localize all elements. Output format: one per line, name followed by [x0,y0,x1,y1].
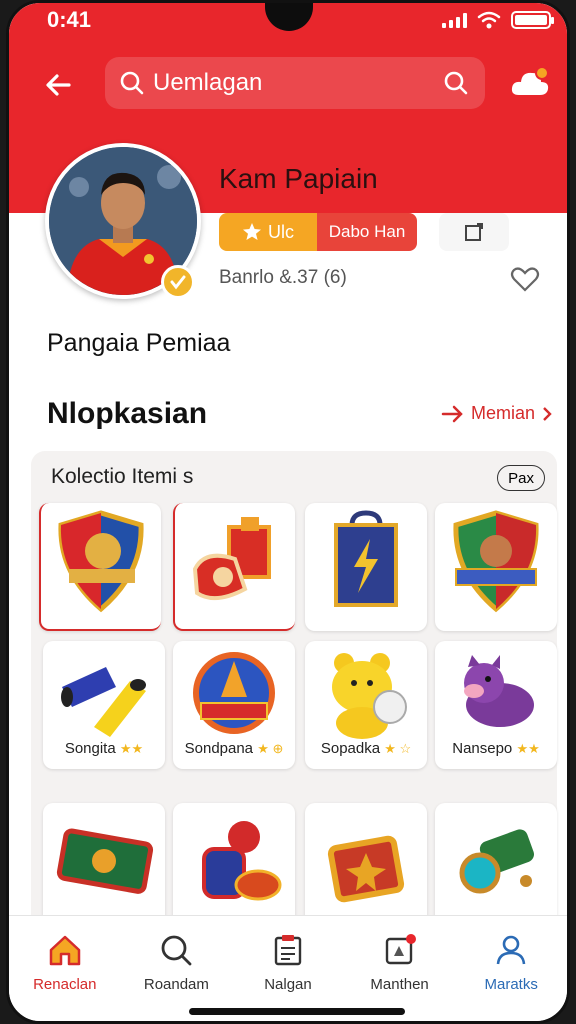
nav-label: Roandam [143,976,209,993]
yellow-bear-icon [332,653,407,739]
section-subtitle: Pangaia Pemiaa [47,329,231,357]
home-indicator [189,1008,405,1015]
chip-ulc[interactable]: Ulc [219,213,317,251]
scarf-roll-icon [61,667,146,737]
green-telescope-icon [459,829,534,894]
collection-item[interactable] [435,803,557,931]
chip-dabo[interactable]: Dabo Han [317,213,417,251]
panel-badge[interactable]: Pax [497,465,545,491]
collection-item[interactable]: Nansepo ★★ [435,641,557,769]
star-icon [243,223,261,240]
item-label: Nansepo ★★ [452,740,540,757]
collection-item[interactable] [173,503,295,631]
glove-gift-icon [192,517,271,601]
chip-dabo-label: Dabo Han [328,222,406,241]
search-icon [120,71,144,95]
panel-title: Kolectio Itemi s [51,465,194,488]
arrow-left-icon[interactable] [39,65,79,105]
purple-creature-icon [464,655,534,727]
battery-icon [511,11,554,29]
item-label: Songita ★★ [64,740,144,757]
phone-screen: 0:41 Uemlagan Kam Papiain Ulc Dabo Han B… [6,0,570,1024]
blue-emblem-icon [193,652,275,734]
nav-label: Renaclan [33,976,97,993]
collection-item[interactable]: Sondpana ★ ⊕ [173,641,295,769]
mascot-crest-icon [453,510,539,613]
collection-item[interactable] [43,803,165,931]
rating-stars: ★★ [119,741,144,756]
nav-label: Nalgan [264,976,312,993]
green-ticket-icon [56,828,154,894]
wifi-icon [477,11,501,29]
home-icon [49,935,81,966]
bottom-navigation: Renaclan Roandam Nalgan Manthen Maratks [9,915,567,1021]
profile-name: Kam Papiain [219,163,378,194]
verified-badge-icon [161,265,195,299]
cloud-notification-icon[interactable] [509,63,551,103]
chip-ulc-label: Ulc [268,221,294,242]
see-more-link[interactable]: Memian [441,403,553,424]
nav-item-home[interactable]: Renaclan [9,916,121,1021]
collection-item[interactable] [435,503,557,631]
status-icons [442,11,554,29]
drum-toy-icon [202,821,282,901]
status-time: 0:41 [47,7,92,32]
arrow-right-icon [441,405,463,422]
collection-item[interactable] [305,803,427,931]
rating-stars: ★★ [516,741,540,756]
nav-label: Maratks [484,976,538,993]
collection-panel: Kolectio Itemi s Pax Songita ★★ Sondpana… [31,451,557,931]
signal-icon [442,12,467,28]
profile-chips: Ulc Dabo Han [219,213,417,251]
share-button[interactable] [439,213,509,251]
collection-item[interactable]: Songita ★★ [43,641,165,769]
collection-item[interactable] [39,503,161,631]
item-label: Sondpana ★ ⊕ [184,740,284,757]
search-submit-icon[interactable] [443,70,469,96]
search-icon [161,935,192,966]
search-input[interactable] [153,69,423,97]
notification-icon [385,934,416,965]
heart-icon[interactable] [509,263,541,295]
item-label: Sopadka ★ ☆ [320,740,412,757]
share-square-icon [465,223,483,241]
section-title: Nlopkasian [47,397,208,430]
crest-shield-icon [58,510,144,613]
nav-item-profile[interactable]: Maratks [455,916,567,1021]
rating-stars: ★ ☆ [384,741,412,756]
gold-chest-icon [327,835,405,903]
clipboard-icon [274,935,302,966]
chevron-right-icon [543,406,552,421]
user-icon [496,935,526,965]
collection-item[interactable] [305,503,427,631]
rating-stars: ★ ⊕ [257,741,284,756]
nav-label: Manthen [370,976,429,993]
collection-item[interactable]: Sopadka ★ ☆ [305,641,427,769]
profile-stat: Banrlo &.37 (6) [219,267,347,288]
see-more-label: Memian [471,403,536,423]
search-bar[interactable] [105,57,485,109]
lightning-bag-icon [334,510,398,607]
collection-item[interactable] [173,803,295,931]
